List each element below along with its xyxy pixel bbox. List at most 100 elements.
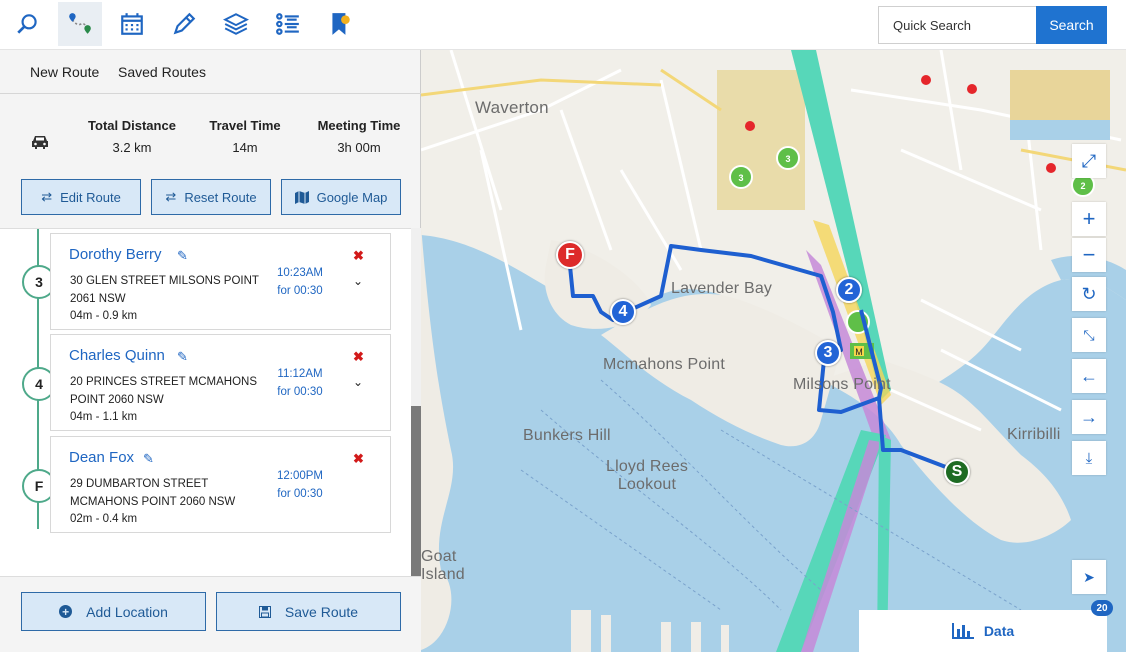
quick-search-input[interactable] xyxy=(878,6,1036,44)
fullscreen-icon[interactable]: ⤢ xyxy=(1072,144,1106,178)
data-count-badge: 20 xyxy=(1091,600,1113,616)
map-icon xyxy=(294,190,309,204)
stat-value: 3.2 km xyxy=(112,140,152,155)
edit-pencil-icon[interactable]: ✎ xyxy=(177,349,188,365)
plus-circle-icon: + xyxy=(59,605,73,619)
cluster-count: 2 xyxy=(1080,181,1085,191)
map-label-mcmahons-point: Mcmahons Point xyxy=(603,356,725,373)
edit-route-button[interactable]: ⇄ Edit Route xyxy=(21,179,141,215)
pencil-icon xyxy=(173,12,196,35)
download-icon[interactable]: ⤓ xyxy=(1072,441,1106,475)
data-button-label: Data xyxy=(983,623,1015,639)
stop-card[interactable]: Dorothy Berry ✎ 30 GLEN STREET MILSONS P… xyxy=(50,233,391,330)
search-button[interactable]: Search xyxy=(1036,6,1107,44)
route-tool[interactable] xyxy=(58,2,102,46)
route-tabs: New Route Saved Routes xyxy=(0,50,421,94)
arrow-right-icon[interactable]: → xyxy=(1072,400,1106,434)
stop-duration: for 00:30 xyxy=(277,285,323,297)
stop-arrival: 11:12AM xyxy=(277,368,323,380)
stop-duration: for 00:30 xyxy=(277,488,323,500)
delete-icon[interactable]: ✖ xyxy=(353,451,364,467)
google-map-button[interactable]: Google Map xyxy=(281,179,401,215)
reset-route-button[interactable]: ⇄ Reset Route xyxy=(151,179,271,215)
stop-duration: for 00:30 xyxy=(277,386,323,398)
edit-pencil-icon[interactable]: ✎ xyxy=(177,248,188,264)
stop-distance: 02m - 0.4 km xyxy=(70,513,138,525)
swap-icon: ⇄ xyxy=(165,189,177,204)
pencil-tool[interactable] xyxy=(162,2,206,46)
toolbar: Search xyxy=(0,0,1126,50)
stat-total-distance: Total Distance 3.2 km xyxy=(80,118,184,155)
stop-time: 12:00PM for 00:30 xyxy=(273,467,327,503)
stop-address: 20 PRINCES STREET MCMAHONS POINT 2060 NS… xyxy=(70,376,258,406)
car-icon xyxy=(32,136,48,149)
edit-route-label: Edit Route xyxy=(60,189,121,205)
refresh-icon[interactable]: ↻ xyxy=(1072,277,1106,311)
map-label-waverton: Waverton xyxy=(475,98,549,117)
stop-card[interactable]: Dean Fox ✎ 29 DUMBARTON STREET MCMAHONS … xyxy=(50,436,391,533)
swap-icon: ⇄ xyxy=(41,189,53,204)
calendar-icon xyxy=(121,13,143,35)
map-label-kirribilli: Kirribilli xyxy=(1007,426,1061,443)
flag-icon xyxy=(332,13,350,35)
zoom-in-button[interactable]: + xyxy=(1072,202,1106,236)
stop-name[interactable]: Charles Quinn xyxy=(69,347,165,364)
panel-footer: + Add Location Save Route xyxy=(0,576,421,652)
locate-icon[interactable]: ➤ xyxy=(1072,560,1106,594)
stop-marker-4[interactable]: 4 xyxy=(610,299,636,325)
add-location-button[interactable]: + Add Location xyxy=(21,592,206,631)
stat-value: 3h 00m xyxy=(337,140,381,155)
zoom-out-button[interactable]: − xyxy=(1072,238,1106,272)
expand-icon[interactable]: ⤡ xyxy=(1072,318,1106,352)
map-label-bunkers-hill: Bunkers Hill xyxy=(523,427,611,444)
tab-new-route[interactable]: New Route xyxy=(30,64,99,80)
edit-pencil-icon[interactable]: ✎ xyxy=(143,451,154,467)
stop-arrival: 12:00PM xyxy=(276,470,324,482)
search-tool[interactable] xyxy=(6,2,50,46)
search-icon xyxy=(17,14,37,34)
map-label-lavender-bay: Lavender Bay xyxy=(671,280,773,297)
list-icon xyxy=(276,13,299,35)
svg-text:M: M xyxy=(855,347,863,357)
stop-name[interactable]: Dorothy Berry xyxy=(69,246,162,263)
stop-marker-3[interactable]: 3 xyxy=(815,340,841,366)
scrollbar-thumb[interactable] xyxy=(411,406,421,576)
stop-marker-2[interactable]: 2 xyxy=(836,277,862,303)
stat-label: Meeting Time xyxy=(317,118,401,133)
stat-label: Travel Time xyxy=(209,118,281,133)
stops-list[interactable]: 3 Dorothy Berry ✎ 30 GLEN STREET MILSONS… xyxy=(0,228,421,576)
calendar-tool[interactable] xyxy=(110,2,154,46)
stop-time: 10:23AM for 00:30 xyxy=(273,264,327,300)
delete-icon[interactable]: ✖ xyxy=(353,349,364,365)
google-map-label: Google Map xyxy=(316,189,388,205)
chevron-down-icon[interactable]: ⌄ xyxy=(353,375,363,389)
arrow-left-icon[interactable]: ← xyxy=(1072,359,1106,393)
chevron-down-icon[interactable]: ⌄ xyxy=(353,274,363,288)
reset-route-label: Reset Route xyxy=(184,189,257,205)
save-route-button[interactable]: Save Route xyxy=(216,592,401,631)
route-panel: New Route Saved Routes Total Distance 3.… xyxy=(0,50,421,652)
stop-name[interactable]: Dean Fox xyxy=(69,449,134,466)
delete-icon[interactable]: ✖ xyxy=(353,248,364,264)
data-button[interactable]: Data xyxy=(859,610,1107,652)
stat-travel-time: Travel Time 14m xyxy=(200,118,290,155)
save-route-label: Save Route xyxy=(284,603,359,620)
map-base: 3 3 2 M xyxy=(421,50,1126,652)
finish-marker[interactable]: F xyxy=(556,241,584,269)
add-location-label: Add Location xyxy=(86,603,168,620)
map-label-goat-island: Goat Island xyxy=(421,548,465,583)
bar-chart-icon xyxy=(951,623,974,639)
flag-tool[interactable] xyxy=(318,2,362,46)
layers-tool[interactable] xyxy=(214,2,258,46)
start-marker[interactable]: S xyxy=(944,459,970,485)
map-view[interactable]: 3 3 2 M Waverton Lavender Bay Mcmahons P… xyxy=(421,50,1126,652)
stop-distance: 04m - 1.1 km xyxy=(70,411,138,423)
layers-icon xyxy=(223,13,249,35)
map-label-milsons-point: Milsons Point xyxy=(793,376,891,393)
tab-saved-routes[interactable]: Saved Routes xyxy=(118,64,206,80)
stat-label: Total Distance xyxy=(88,118,176,133)
list-tool[interactable] xyxy=(266,2,310,46)
stop-card[interactable]: Charles Quinn ✎ 20 PRINCES STREET MCMAHO… xyxy=(50,334,391,431)
stat-value: 14m xyxy=(232,140,258,155)
stat-meeting-time: Meeting Time 3h 00m xyxy=(310,118,408,155)
